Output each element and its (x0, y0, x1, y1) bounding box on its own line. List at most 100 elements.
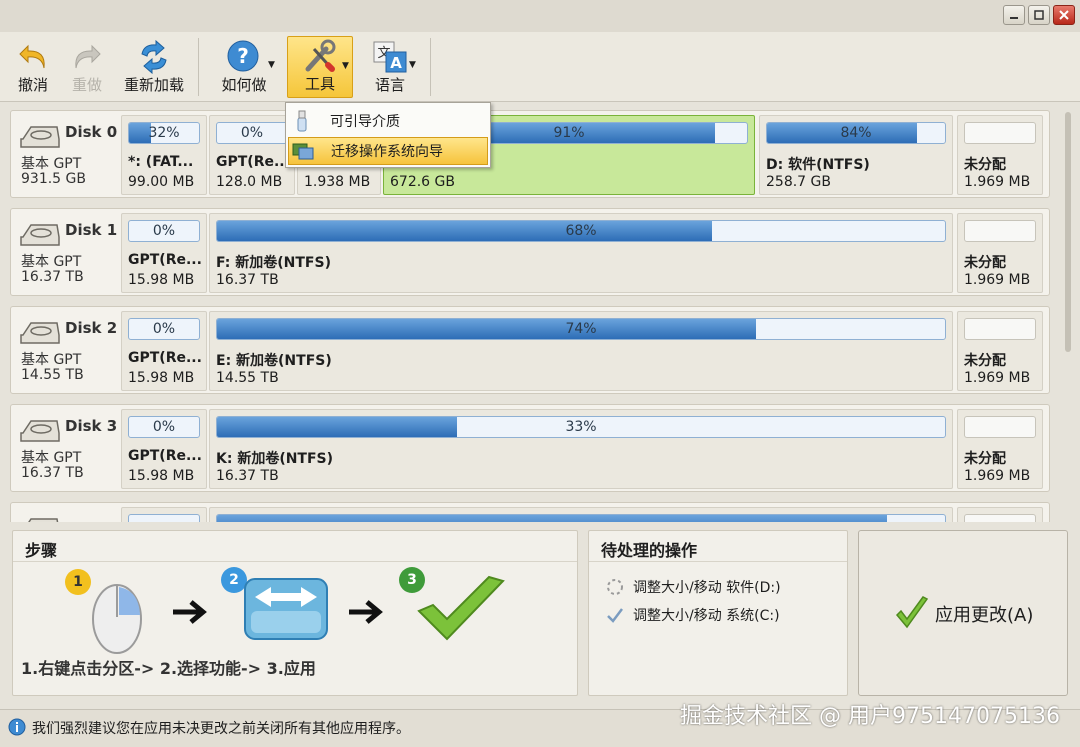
steps-title: 步骤 (25, 541, 58, 560)
divider (13, 561, 577, 562)
usage-bar (128, 514, 200, 522)
disk-row-4[interactable] (10, 502, 1050, 522)
usage-percent: 0% (240, 125, 264, 141)
partition-unallocated[interactable]: 未分配 1.969 MB (957, 409, 1043, 489)
pending-operations-panel: 待处理的操作 调整大小/移动 软件(D:) 调整大小/移动 系统(C:) (588, 530, 848, 696)
loading-spinner-icon (607, 579, 623, 595)
disk-info[interactable]: Disk 1 基本 GPT 16.37 TB (15, 215, 119, 291)
undo-button[interactable]: 撤消 (8, 36, 58, 98)
pending-item-label: 调整大小/移动 系统(C:) (633, 608, 780, 624)
disk-name: Disk 0 (65, 123, 118, 141)
partition-unallocated[interactable]: 未分配 1.969 MB (957, 311, 1043, 391)
disk-row-0[interactable]: Disk 0 基本 GPT 931.5 GB 32% *: (FAT... 99… (10, 110, 1050, 198)
usage-bar (964, 416, 1036, 438)
disk-size: 14.55 TB (21, 367, 84, 383)
apply-changes-button[interactable]: 应用更改(A) (858, 530, 1068, 696)
menu-item-migrate-os[interactable]: 迁移操作系统向导 (288, 137, 488, 165)
disk-info[interactable]: Disk 3 基本 GPT 16.37 TB (15, 411, 119, 487)
menu-item-bootable-media[interactable]: 可引导介质 (288, 107, 488, 135)
partition-size: 15.98 MB (128, 370, 195, 386)
usage-percent: 32% (148, 125, 180, 141)
info-icon (8, 718, 26, 736)
usage-bar (964, 122, 1036, 144)
title-bar (0, 0, 1080, 32)
tools-button[interactable]: 工具 ▼ (287, 36, 353, 98)
disk-row-1[interactable]: Disk 1 基本 GPT 16.37 TB 0% GPT(Re... 15.9… (10, 208, 1050, 296)
divider (589, 561, 847, 562)
howto-button[interactable]: ? 如何做 ▼ (206, 36, 282, 98)
usage-bar: 33% (216, 416, 946, 438)
checkmark-icon (417, 575, 505, 641)
howto-dropdown-arrow-icon: ▼ (268, 60, 275, 70)
disk-row-3[interactable]: Disk 3 基本 GPT 16.37 TB 0% GPT(Re... 15.9… (10, 404, 1050, 492)
pending-title: 待处理的操作 (601, 541, 698, 560)
disk-name: Disk 3 (65, 417, 118, 435)
disk-info[interactable] (15, 509, 119, 522)
redo-arrow-icon (75, 44, 101, 69)
partition-size: 1.969 MB (964, 174, 1031, 190)
language-button[interactable]: 文 A 语言 ▼ (357, 36, 423, 98)
partition-unallocated[interactable] (957, 507, 1043, 522)
disk-map: Disk 0 基本 GPT 931.5 GB 32% *: (FAT... 99… (8, 104, 1058, 522)
partition-unallocated[interactable]: 未分配 1.969 MB (957, 115, 1043, 195)
partition-gpt-reserved[interactable]: 0% GPT(Re... 128.0 MB (209, 115, 295, 195)
scrollbar-thumb[interactable] (1065, 112, 1071, 352)
partition-label: 未分配 (964, 353, 1006, 369)
disk-name: Disk 2 (65, 319, 118, 337)
partition-size: 14.55 TB (216, 370, 279, 386)
partition-size: 16.37 TB (216, 468, 279, 484)
watermark-text: 掘金技术社区 @ 用户975147075136 (680, 704, 1060, 729)
pending-item[interactable]: 调整大小/移动 软件(D:) (605, 577, 781, 597)
disk-row-2[interactable]: Disk 2 基本 GPT 14.55 TB 0% GPT(Re... 15.9… (10, 306, 1050, 394)
undo-label: 撤消 (17, 76, 48, 94)
reload-label: 重新加载 (123, 76, 184, 94)
close-button[interactable] (1053, 5, 1075, 25)
disk-info[interactable]: Disk 0 基本 GPT 931.5 GB (15, 117, 119, 193)
partition-label: *: (FAT... (128, 154, 194, 170)
partition-size: 128.0 MB (216, 174, 283, 190)
usage-bar: 0% (216, 122, 288, 144)
partition-size: 99.00 MB (128, 174, 195, 190)
disk-type: 基本 GPT (21, 156, 82, 172)
partition-size: 1.938 MB (304, 174, 371, 190)
partition-label: K: 新加卷(NTFS) (216, 451, 334, 467)
usage-percent: 33% (565, 419, 597, 435)
disk-info[interactable]: Disk 2 基本 GPT 14.55 TB (15, 313, 119, 389)
hard-disk-icon (28, 518, 59, 522)
partition-gpt-reserved[interactable]: 0% GPT(Re... 15.98 MB (121, 213, 207, 293)
menu-item-label: 迁移操作系统向导 (331, 144, 443, 160)
partition-unallocated[interactable]: 未分配 1.969 MB (957, 213, 1043, 293)
partition-label: 未分配 (964, 451, 1006, 467)
check-icon (607, 608, 623, 623)
pending-item[interactable]: 调整大小/移动 系统(C:) (605, 605, 780, 625)
usage-percent: 74% (565, 321, 597, 337)
minimize-button[interactable] (1003, 5, 1025, 25)
redo-button[interactable]: 重做 (60, 36, 114, 98)
partition-k[interactable]: 33% K: 新加卷(NTFS) 16.37 TB (209, 409, 953, 489)
partition-label: D: 软件(NTFS) (766, 157, 870, 173)
partition-label: GPT(Re... (216, 154, 290, 170)
partition-size: 672.6 GB (390, 174, 455, 190)
maximize-button[interactable] (1028, 5, 1050, 25)
partition-size: 1.969 MB (964, 370, 1031, 386)
apply-label: 应用更改(A) (935, 605, 1034, 626)
usage-bar (964, 318, 1036, 340)
language-dropdown-arrow-icon: ▼ (409, 60, 416, 70)
disk-size: 931.5 GB (21, 171, 86, 187)
partition-d[interactable]: 84% D: 软件(NTFS) 258.7 GB (759, 115, 953, 195)
partition[interactable] (121, 507, 207, 522)
partition-gpt-reserved[interactable]: 0% GPT(Re... 15.98 MB (121, 311, 207, 391)
partition[interactable] (209, 507, 953, 522)
partition-size: 258.7 GB (766, 174, 831, 190)
partition-f[interactable]: 68% F: 新加卷(NTFS) 16.37 TB (209, 213, 953, 293)
partition-e[interactable]: 74% E: 新加卷(NTFS) 14.55 TB (209, 311, 953, 391)
usage-bar: 0% (128, 416, 200, 438)
partition-gpt-reserved[interactable]: 0% GPT(Re... 15.98 MB (121, 409, 207, 489)
arrow-right-icon (173, 600, 207, 624)
reload-button[interactable]: 重新加载 (118, 36, 190, 98)
partition-size: 15.98 MB (128, 468, 195, 484)
steps-panel: 步骤 1 2 3 1.右键点击分区-> 2.选择功能-> 3.应用 (12, 530, 578, 696)
steps-caption: 1.右键点击分区-> 2.选择功能-> 3.应用 (21, 659, 316, 678)
partition-fat[interactable]: 32% *: (FAT... 99.00 MB (121, 115, 207, 195)
partition-label: GPT(Re... (128, 252, 202, 268)
